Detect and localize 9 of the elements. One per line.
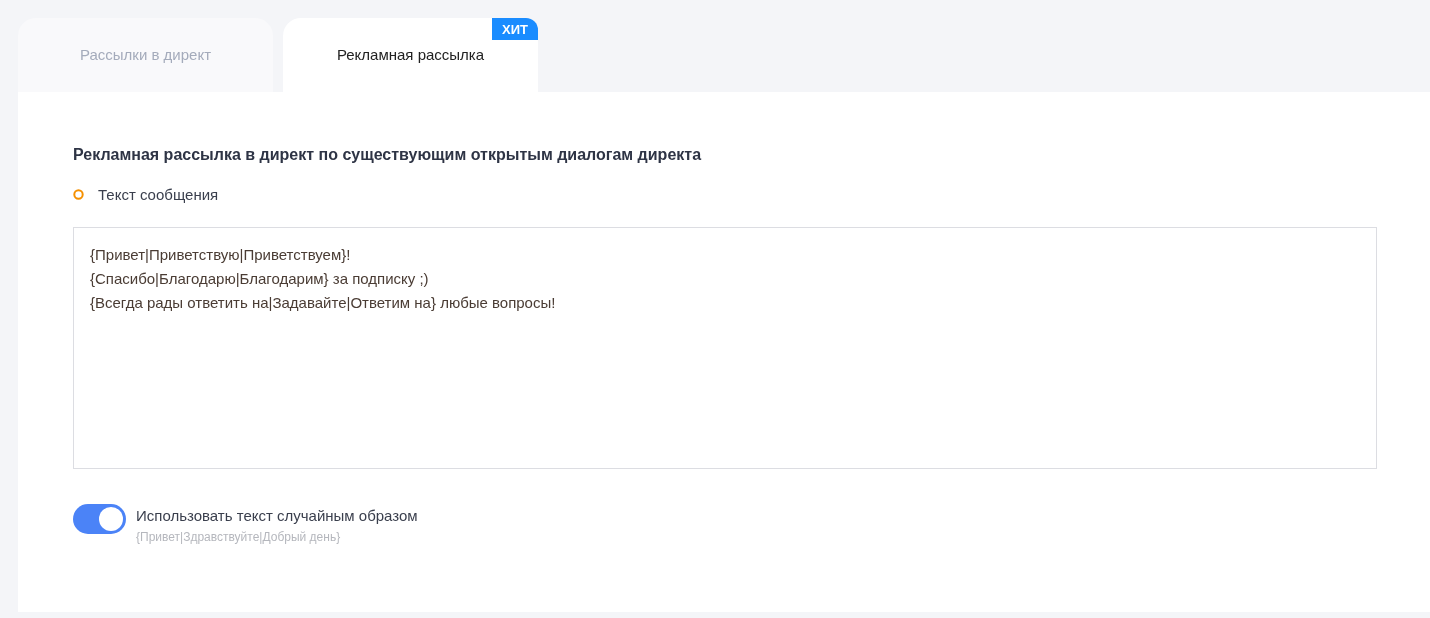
toggle-label: Использовать текст случайным образом xyxy=(136,507,418,524)
hit-badge: ХИТ xyxy=(492,18,538,40)
message-input-field[interactable]: {Привет|Приветствую|Приветствуем}! {Спасибо|Благодарю|Благодарим} за подписку ;) {Всегда рады ответить на|Задавайте|Ответим на} любые вопросы! xyxy=(73,227,1377,469)
toggle-switch[interactable] xyxy=(73,504,126,534)
hint-text: {Привет|Здравствуйте|Добрый день} xyxy=(136,530,342,544)
ring-icon xyxy=(73,189,84,200)
tab[interactable]: Рекламная рассылка ХИТ xyxy=(283,18,538,92)
section-heading: Рекламная рассылка в директ по существующим открытым диалогам директа xyxy=(73,146,703,164)
field-label: Текст сообщения xyxy=(98,186,219,203)
